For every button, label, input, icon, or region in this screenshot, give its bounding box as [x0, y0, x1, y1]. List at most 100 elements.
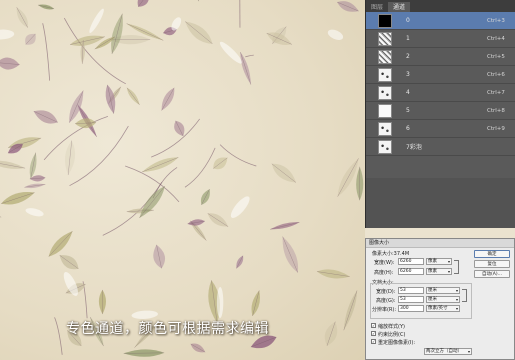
leaf	[29, 152, 37, 179]
leaf-stem	[245, 54, 254, 58]
height-input[interactable]: 6260	[398, 268, 424, 275]
channel-thumbnail	[378, 103, 392, 118]
leaf-stem	[54, 317, 63, 355]
leaf	[213, 157, 228, 170]
channel-row[interactable]: 4 Ctrl+7	[366, 84, 515, 102]
resolution-label: 分辨率(R):	[372, 307, 397, 313]
leaf	[141, 157, 179, 173]
leaf	[200, 189, 210, 205]
width-label: 宽度(W):	[374, 260, 395, 266]
leaf-silhouette	[327, 29, 344, 41]
ok-button[interactable]: 确定	[474, 250, 510, 258]
pixel-size-label: 像素大小:37.4M	[372, 251, 410, 257]
caption-text: 专色通道，颜色可根据需求编辑	[66, 321, 269, 337]
channel-shortcut: Ctrl+5	[487, 53, 505, 60]
channel-thumbnail	[378, 121, 392, 136]
doc-width-input[interactable]: 53	[398, 287, 424, 294]
leaf-silhouette	[216, 286, 224, 319]
leaf	[251, 290, 260, 317]
visibility-eye-icon[interactable]	[366, 102, 376, 120]
visibility-eye-icon[interactable]	[366, 138, 376, 156]
image-size-dialog: 图像大小 像素大小:37.4M 宽度(W): 6260 像素 高度(H): 62…	[365, 238, 515, 360]
doc-width-label: 宽度(D):	[376, 289, 396, 295]
channel-name: 3	[406, 71, 410, 78]
leaf	[98, 289, 106, 315]
leaf	[48, 230, 73, 257]
channel-thumbnail	[378, 31, 392, 46]
channel-row[interactable]: 2 Ctrl+5	[366, 48, 515, 66]
resample-checkbox[interactable]: ✓	[371, 339, 376, 344]
width-input[interactable]: 6260	[398, 258, 424, 265]
channel-thumbnail	[378, 67, 392, 82]
resample-method-select[interactable]: 两次立方（自动）	[424, 348, 472, 355]
doc-height-input[interactable]: 53	[398, 296, 424, 303]
reset-button[interactable]: 复位	[474, 260, 510, 268]
channel-row[interactable]: 0 Ctrl+3	[366, 12, 515, 30]
channel-shortcut: Ctrl+7	[487, 89, 505, 96]
channel-thumbnail	[378, 13, 392, 28]
resample-label: 重定图像像素(I):	[378, 340, 416, 346]
leaf	[187, 0, 200, 2]
channel-row[interactable]: 7彩泡	[366, 138, 515, 156]
leaf	[316, 269, 350, 279]
constrain-link-icon	[454, 260, 459, 274]
leaf	[139, 186, 165, 219]
channel-name: 1	[406, 35, 410, 42]
channel-row[interactable]: 6 Ctrl+9	[366, 120, 515, 138]
leaf	[126, 87, 140, 105]
leaf	[64, 140, 76, 176]
visibility-eye-icon[interactable]	[366, 30, 376, 48]
leaf-silhouette	[230, 196, 250, 218]
leaf	[16, 7, 28, 28]
height-unit-select[interactable]: 像素	[426, 268, 452, 275]
leaf	[356, 166, 364, 201]
resolution-input[interactable]: 300	[398, 305, 424, 312]
channel-row[interactable]: 3 Ctrl+6	[366, 66, 515, 84]
leaf	[185, 21, 213, 44]
leaf	[271, 163, 297, 183]
leaf-silhouette	[219, 41, 242, 64]
doc-height-unit-select[interactable]: 厘米	[426, 296, 460, 303]
scale-styles-checkbox[interactable]: ✓	[371, 323, 376, 328]
leaf	[0, 57, 20, 70]
visibility-eye-icon[interactable]	[366, 48, 376, 66]
tab-channels[interactable]: 通道	[388, 2, 411, 12]
pattern-canvas: 专色通道，颜色可根据需求编辑	[0, 0, 365, 360]
scale-styles-label: 缩放样式(Y)	[378, 324, 405, 330]
channel-shortcut: Ctrl+3	[487, 17, 505, 24]
doc-width-unit-select[interactable]: 厘米	[426, 287, 460, 294]
channel-row[interactable]: 5 Ctrl+8	[366, 102, 515, 120]
leaf	[0, 209, 2, 219]
leaf	[324, 321, 338, 346]
visibility-eye-icon[interactable]	[366, 120, 376, 138]
channel-name: 7彩泡	[406, 144, 422, 151]
leaf-silhouette	[89, 8, 104, 33]
visibility-eye-icon[interactable]	[366, 84, 376, 102]
tab-layers[interactable]: 图层	[366, 2, 388, 12]
width-unit-select[interactable]: 像素	[426, 258, 452, 265]
channel-row[interactable]: 1 Ctrl+4	[366, 30, 515, 48]
channel-list: 0 Ctrl+3 1 Ctrl+4 2 Ctrl+5 3 Ctrl+6 4 Ctrl+7 5 Ctrl…	[366, 12, 515, 156]
visibility-eye-icon[interactable]	[366, 66, 376, 84]
channel-name: 0	[406, 17, 410, 24]
doc-height-label: 高度(G):	[376, 298, 396, 304]
leaf	[270, 222, 300, 230]
leaf-silhouette	[0, 29, 15, 40]
channel-name: 2	[406, 53, 410, 60]
auto-button[interactable]: 自动(A)...	[474, 270, 510, 278]
leaf	[37, 4, 55, 10]
resolution-unit-select[interactable]: 像素/英寸	[426, 305, 460, 312]
leaf	[236, 255, 244, 269]
leaf	[33, 110, 58, 124]
visibility-eye-icon[interactable]	[366, 12, 376, 30]
panel-empty-area	[366, 178, 515, 228]
constrain-checkbox[interactable]: ✓	[371, 331, 376, 336]
panel-tabs: 图层 通道	[366, 0, 515, 12]
leaf-stem	[69, 125, 129, 187]
channel-name: 4	[406, 89, 410, 96]
channels-panel: 图层 通道 0 Ctrl+3 1 Ctrl+4 2 Ctrl+5 3 Ctrl+6 4 Ctrl+…	[365, 0, 515, 228]
leaf	[282, 236, 299, 273]
leaf	[24, 183, 46, 189]
leaf	[1, 192, 35, 205]
leaf-stem	[102, 182, 163, 236]
